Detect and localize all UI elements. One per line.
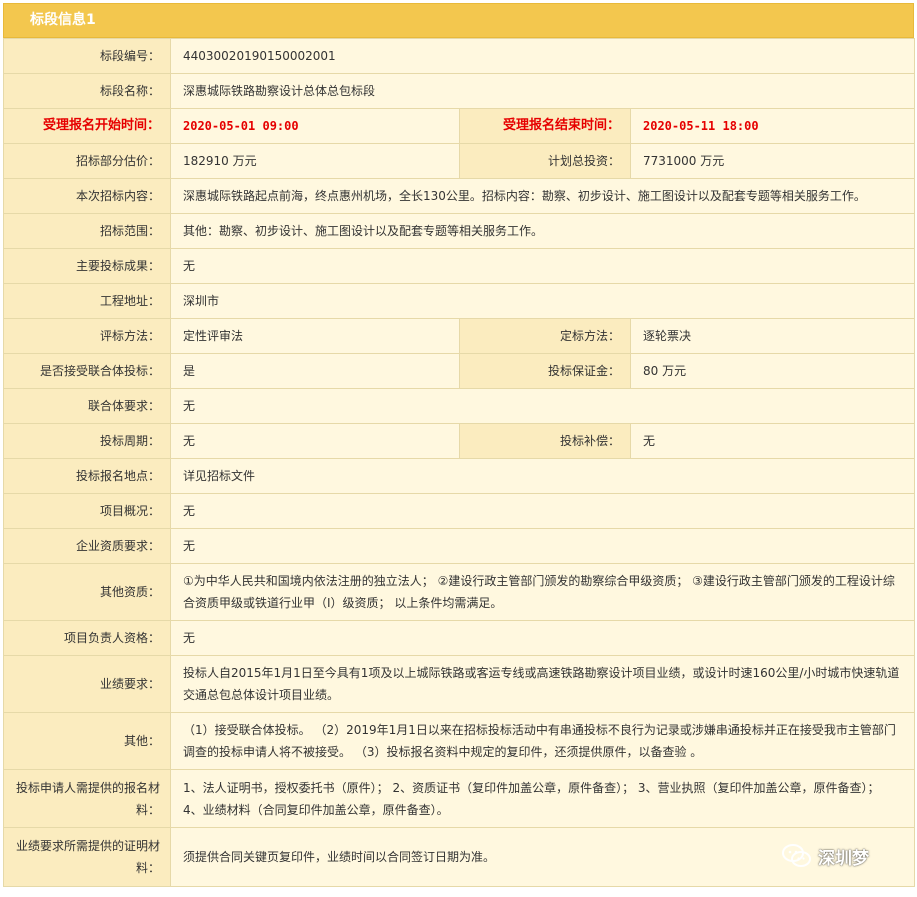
qualification-value: 无 [170, 528, 915, 564]
pm-qual-label: 项目负责人资格： [3, 620, 171, 656]
bid-info-table: 标段编号： 44030020190150002001 标段名称： 深惠城际铁路勘… [3, 38, 915, 887]
content-value: 深惠城际铁路起点前海，终点惠州机场，全长130公里。招标内容：勘察、初步设计、施… [170, 178, 915, 214]
table-row: 其他资质： ①为中华人民共和国境内依法注册的独立法人； ②建设行政主管部门颁发的… [3, 563, 915, 621]
watermark-text: 深圳梦 [818, 848, 869, 869]
reg-end-value: 2020-05-11 18:00 [630, 108, 915, 144]
bid-name-value: 深惠城际铁路勘察设计总体总包标段 [170, 73, 915, 109]
table-row: 受理报名开始时间： 2020-05-01 09:00 受理报名结束时间： 202… [3, 108, 915, 144]
bond-label: 投标保证金： [459, 353, 631, 389]
compensation-label: 投标补偿： [459, 423, 631, 459]
table-row: 标段名称： 深惠城际铁路勘察设计总体总包标段 [3, 73, 915, 109]
scope-label: 招标范围： [3, 213, 171, 249]
compensation-value: 无 [630, 423, 915, 459]
consortium-value: 是 [170, 353, 460, 389]
table-row: 招标部分估价： 182910 万元 计划总投资： 7731000 万元 [3, 143, 915, 179]
table-row: 企业资质要求： 无 [3, 528, 915, 564]
table-row: 本次招标内容： 深惠城际铁路起点前海，终点惠州机场，全长130公里。招标内容：勘… [3, 178, 915, 214]
table-row: 招标范围： 其他：勘察、初步设计、施工图设计以及配套专题等相关服务工作。 [3, 213, 915, 249]
section-title: 标段信息1 [3, 3, 914, 38]
bid-name-label: 标段名称： [3, 73, 171, 109]
eval-method-value: 定性评审法 [170, 318, 460, 354]
scope-value: 其他：勘察、初步设计、施工图设计以及配套专题等相关服务工作。 [170, 213, 915, 249]
table-row: 投标周期： 无 投标补偿： 无 [3, 423, 915, 459]
reg-end-label: 受理报名结束时间： [459, 108, 631, 144]
proof-materials-label: 业绩要求所需提供的证明材料： [3, 827, 171, 887]
reg-start-value: 2020-05-01 09:00 [170, 108, 460, 144]
award-method-value: 逐轮票决 [630, 318, 915, 354]
bid-no-value: 44030020190150002001 [170, 38, 915, 74]
consortium-req-label: 联合体要求： [3, 388, 171, 424]
other-value: （1）接受联合体投标。 （2）2019年1月1日以来在招标投标活动中有串通投标不… [170, 712, 915, 770]
performance-value: 投标人自2015年1月1日至今具有1项及以上城际铁路或客运专线或高速铁路勘察设计… [170, 655, 915, 713]
est-price-value: 182910 万元 [170, 143, 460, 179]
reg-place-label: 投标报名地点： [3, 458, 171, 494]
table-row: 投标报名地点： 详见招标文件 [3, 458, 915, 494]
table-row: 评标方法： 定性评审法 定标方法： 逐轮票决 [3, 318, 915, 354]
bid-section-panel: 标段信息1 标段编号： 44030020190150002001 标段名称： 深… [3, 3, 915, 887]
table-row: 业绩要求所需提供的证明材料： 须提供合同关键页复印件，业绩时间以合同签订日期为准… [3, 827, 915, 887]
overview-value: 无 [170, 493, 915, 529]
reg-start-label: 受理报名开始时间： [3, 108, 171, 144]
table-row: 主要投标成果： 无 [3, 248, 915, 284]
wechat-icon [782, 843, 812, 869]
table-row: 项目概况： 无 [3, 493, 915, 529]
award-method-label: 定标方法： [459, 318, 631, 354]
reg-materials-label: 投标申请人需提供的报名材料： [3, 769, 171, 828]
eval-method-label: 评标方法： [3, 318, 171, 354]
location-label: 工程地址： [3, 283, 171, 319]
period-label: 投标周期： [3, 423, 171, 459]
table-row: 是否接受联合体投标： 是 投标保证金： 80 万元 [3, 353, 915, 389]
qualification-label: 企业资质要求： [3, 528, 171, 564]
overview-label: 项目概况： [3, 493, 171, 529]
est-price-label: 招标部分估价： [3, 143, 171, 179]
other-qual-label: 其他资质： [3, 563, 171, 621]
pm-qual-value: 无 [170, 620, 915, 656]
watermark: 深圳梦 [782, 838, 869, 874]
consortium-label: 是否接受联合体投标： [3, 353, 171, 389]
table-row: 联合体要求： 无 [3, 388, 915, 424]
performance-label: 业绩要求： [3, 655, 171, 713]
location-value: 深圳市 [170, 283, 915, 319]
results-value: 无 [170, 248, 915, 284]
reg-place-value: 详见招标文件 [170, 458, 915, 494]
reg-materials-value: 1、法人证明书，授权委托书（原件）； 2、资质证书（复印件加盖公章，原件备查）；… [170, 769, 915, 828]
table-row: 其他： （1）接受联合体投标。 （2）2019年1月1日以来在招标投标活动中有串… [3, 712, 915, 770]
other-qual-value: ①为中华人民共和国境内依法注册的独立法人； ②建设行政主管部门颁发的勘察综合甲级… [170, 563, 915, 621]
results-label: 主要投标成果： [3, 248, 171, 284]
period-value: 无 [170, 423, 460, 459]
total-invest-value: 7731000 万元 [630, 143, 915, 179]
content-label: 本次招标内容： [3, 178, 171, 214]
table-row: 工程地址： 深圳市 [3, 283, 915, 319]
table-row: 项目负责人资格： 无 [3, 620, 915, 656]
bid-no-label: 标段编号： [3, 38, 171, 74]
table-row: 投标申请人需提供的报名材料： 1、法人证明书，授权委托书（原件）； 2、资质证书… [3, 769, 915, 828]
table-row: 标段编号： 44030020190150002001 [3, 38, 915, 74]
bond-value: 80 万元 [630, 353, 915, 389]
other-label: 其他： [3, 712, 171, 770]
total-invest-label: 计划总投资： [459, 143, 631, 179]
consortium-req-value: 无 [170, 388, 915, 424]
table-row: 业绩要求： 投标人自2015年1月1日至今具有1项及以上城际铁路或客运专线或高速… [3, 655, 915, 713]
